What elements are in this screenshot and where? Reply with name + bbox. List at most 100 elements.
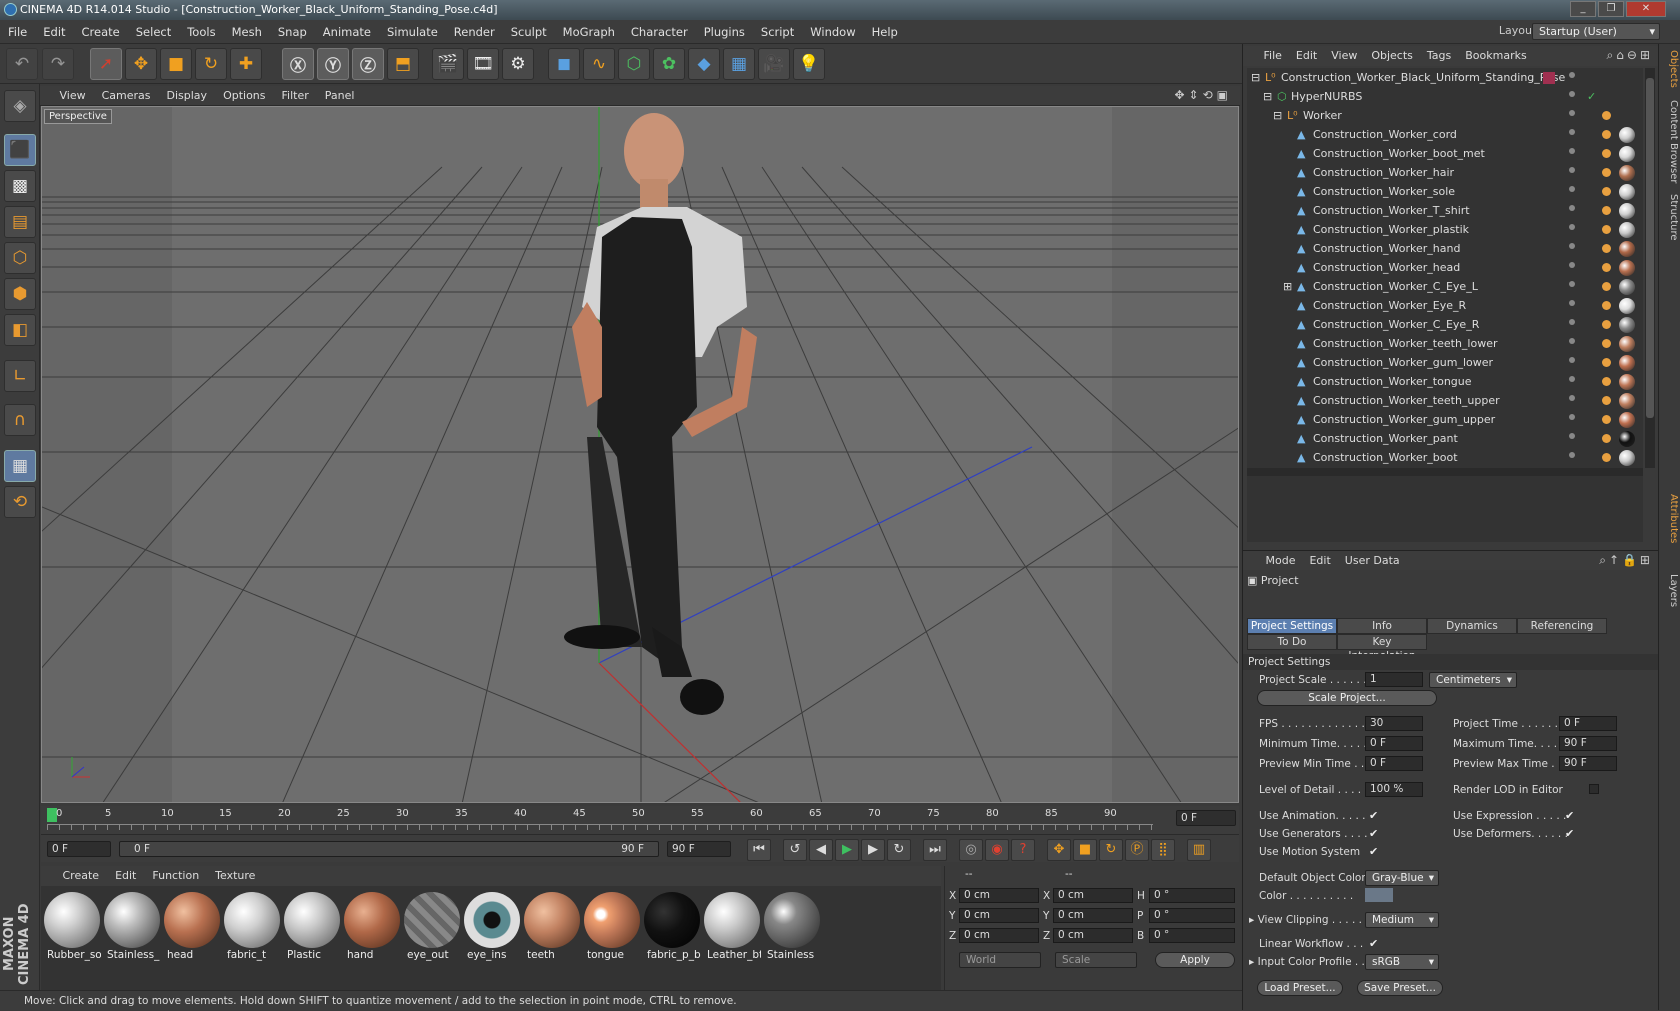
camera-icon[interactable]: 🎥	[758, 48, 790, 80]
key-position-icon[interactable]: ✥	[1047, 839, 1071, 861]
tab-referencing[interactable]: Referencing	[1517, 618, 1607, 634]
obj-menu-edit[interactable]: Edit	[1289, 46, 1324, 66]
polygons-mode-icon[interactable]: ◧	[4, 314, 36, 346]
material-swatch[interactable]: eye_out	[403, 891, 461, 963]
size-x-field[interactable]: 0 cm	[1053, 888, 1133, 903]
redo-icon[interactable]: ↷	[42, 48, 74, 80]
coordinate-space-select[interactable]: World	[959, 952, 1041, 968]
material-tag-icon[interactable]	[1619, 184, 1635, 200]
material-menu-create[interactable]: Create	[55, 866, 108, 886]
material-tag-icon[interactable]	[1619, 222, 1635, 238]
3d-viewport[interactable]: Perspective	[41, 106, 1239, 803]
autokey-icon[interactable]: ◉	[985, 839, 1009, 861]
material-swatch[interactable]: Stainless_	[103, 891, 161, 963]
material-tag-icon[interactable]	[1619, 336, 1635, 352]
axis-mode-icon[interactable]: ∟	[4, 360, 36, 392]
close-button[interactable]: ✕	[1626, 1, 1666, 17]
object-row[interactable]: ▲ Construction_Worker_gum_upper	[1247, 410, 1643, 430]
tab-todo[interactable]: To Do	[1247, 634, 1337, 650]
enabled-check-icon[interactable]: ✓	[1587, 87, 1596, 107]
viewport-menu-panel[interactable]: Panel	[317, 86, 363, 106]
object-row[interactable]: ▲ Construction_Worker_hand	[1247, 239, 1643, 259]
prev-key-icon[interactable]: ↺	[783, 839, 807, 861]
menu-tools[interactable]: Tools	[179, 20, 223, 44]
color-swatch[interactable]	[1365, 888, 1393, 902]
menu-plugins[interactable]: Plugins	[696, 20, 753, 44]
use-expression-checkbox[interactable]: ✔	[1565, 810, 1576, 821]
use-animation-checkbox[interactable]: ✔	[1369, 810, 1380, 821]
play-icon[interactable]: ▶	[835, 839, 859, 861]
menu-window[interactable]: Window	[802, 20, 863, 44]
locked-workplane-icon[interactable]: ⟲	[4, 486, 36, 518]
visibility-dot[interactable]	[1569, 91, 1575, 97]
material-tag-icon[interactable]	[1619, 431, 1635, 447]
attr-menu-edit[interactable]: Edit	[1302, 551, 1337, 571]
load-preset-button[interactable]: Load Preset...	[1257, 980, 1343, 996]
visibility-dot[interactable]	[1569, 319, 1575, 325]
material-tag-icon[interactable]	[1619, 165, 1635, 181]
material-swatch[interactable]: Stainless	[763, 891, 821, 963]
material-menu-edit[interactable]: Edit	[107, 866, 144, 886]
material-swatch[interactable]: fabric_t	[223, 891, 281, 963]
menu-help[interactable]: Help	[864, 20, 906, 44]
apply-button[interactable]: Apply	[1155, 952, 1235, 968]
render-settings-icon[interactable]: ⚙	[502, 48, 534, 80]
object-row[interactable]: ⊞ ▲ Construction_Worker_C_Eye_L	[1247, 277, 1643, 297]
key-rotation-icon[interactable]: ↻	[1099, 839, 1123, 861]
menu-create[interactable]: Create	[74, 20, 128, 44]
visibility-dot[interactable]	[1569, 414, 1575, 420]
object-row[interactable]: ▲ Construction_Worker_hair	[1247, 163, 1643, 183]
preview-max-field[interactable]: 90 F	[1559, 756, 1617, 771]
workplane-icon[interactable]: ▦	[4, 450, 36, 482]
current-frame-field[interactable]: 0 F	[1176, 810, 1236, 826]
search-icon[interactable]: ⌕⌂⊖⊞	[1607, 48, 1653, 63]
material-swatch[interactable]: hand	[343, 891, 401, 963]
visibility-dot[interactable]	[1569, 395, 1575, 401]
size-z-field[interactable]: 0 cm	[1053, 928, 1133, 943]
points-mode-icon[interactable]: ⬡	[4, 242, 36, 274]
menu-mesh[interactable]: Mesh	[224, 20, 270, 44]
material-tag-icon[interactable]	[1619, 393, 1635, 409]
render-view-icon[interactable]: 🎬	[432, 48, 464, 80]
cube-icon[interactable]: ◼	[548, 48, 580, 80]
rotate-icon[interactable]: ↻	[195, 48, 227, 80]
coordinate-system-icon[interactable]: ⬒	[387, 48, 419, 80]
object-row-hypernurbs[interactable]: ⊟ ⬡ HyperNURBS ✓	[1247, 87, 1643, 107]
material-tag-icon[interactable]	[1619, 127, 1635, 143]
visibility-dot[interactable]	[1569, 262, 1575, 268]
use-deformers-checkbox[interactable]: ✔	[1565, 828, 1576, 839]
object-row-root[interactable]: ⊟ L⁰ Construction_Worker_Black_Uniform_S…	[1247, 68, 1643, 88]
record-keys-icon[interactable]: ◎	[959, 839, 983, 861]
visibility-dot[interactable]	[1569, 148, 1575, 154]
model-mode-icon[interactable]: ⬛	[4, 134, 36, 166]
rotation-b-field[interactable]: 0 °	[1149, 928, 1235, 943]
material-tag-icon[interactable]	[1619, 317, 1635, 333]
object-row[interactable]: ▲ Construction_Worker_gum_lower	[1247, 353, 1643, 373]
next-key-icon[interactable]: ↻	[887, 839, 911, 861]
visibility-dot[interactable]	[1569, 186, 1575, 192]
units-select[interactable]: Centimeters ▾	[1429, 672, 1517, 688]
object-row[interactable]: ▲ Construction_Worker_sole	[1247, 182, 1643, 202]
key-pla-icon[interactable]: ⣿	[1151, 839, 1175, 861]
light-icon[interactable]: 💡	[793, 48, 825, 80]
object-row[interactable]: ▲ Construction_Worker_head	[1247, 258, 1643, 278]
material-swatch[interactable]: eye_ins	[463, 891, 521, 963]
position-x-field[interactable]: 0 cm	[959, 888, 1039, 903]
render-lod-checkbox[interactable]	[1589, 784, 1599, 794]
project-scale-field[interactable]: 1	[1365, 672, 1423, 687]
deformer-icon[interactable]: ◆	[688, 48, 720, 80]
material-tag-icon[interactable]	[1619, 450, 1635, 466]
visibility-dot[interactable]	[1569, 338, 1575, 344]
visibility-dot[interactable]	[1569, 243, 1575, 249]
material-swatch[interactable]: fabric_p_b	[643, 891, 701, 963]
default-color-select[interactable]: Gray-Blue ▾	[1365, 870, 1439, 886]
lod-field[interactable]: 100 %	[1365, 782, 1423, 797]
tab-dynamics[interactable]: Dynamics	[1427, 618, 1517, 634]
side-tab-objects[interactable]: Objects	[1661, 50, 1679, 88]
rotation-p-field[interactable]: 0 °	[1149, 908, 1235, 923]
recent-tools-icon[interactable]: ✚	[230, 48, 262, 80]
end-frame-field[interactable]: 90 F	[667, 841, 731, 857]
use-motion-checkbox[interactable]: ✔	[1369, 846, 1380, 857]
obj-menu-view[interactable]: View	[1324, 46, 1364, 66]
timeline-ruler[interactable]: 0 5 10 15 20 25 30 35 40 45 50 55 60 65 …	[41, 806, 1239, 834]
